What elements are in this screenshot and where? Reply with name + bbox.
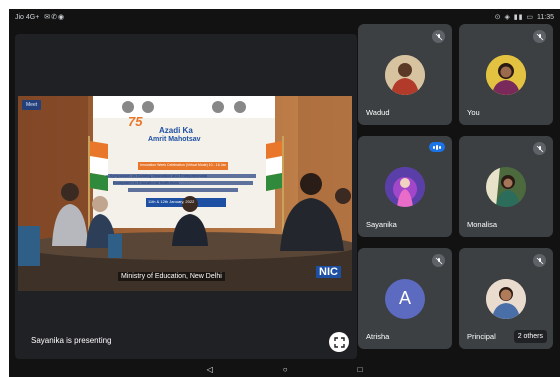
mic-off-icon bbox=[533, 30, 546, 43]
participant-name: Sayanika bbox=[366, 220, 397, 229]
avatar-photo bbox=[486, 278, 526, 319]
avatar: A bbox=[385, 278, 425, 319]
status-right: ⊙ ◈ ▮▮ ▭ 11:35 bbox=[495, 13, 554, 21]
system-nav-bar: ◁ ○ □ bbox=[9, 361, 560, 377]
avatar-photo bbox=[486, 54, 526, 95]
fullscreen-icon bbox=[333, 336, 345, 348]
speaking-indicator-icon bbox=[429, 142, 445, 152]
slide-line-4: 11th & 12th January, 2022 bbox=[148, 199, 195, 204]
participant-tile-principal[interactable]: Principal 2 others bbox=[459, 248, 553, 349]
presentation-tile[interactable]: Meet 75 Azadi Ka Amrit Mahotsav Innovati… bbox=[15, 34, 357, 359]
participant-tile-you[interactable]: You bbox=[459, 24, 553, 125]
fullscreen-button[interactable] bbox=[329, 332, 349, 352]
slide-line-1: Innovation Week Celebration (Virtual Mod… bbox=[140, 163, 226, 167]
participant-name: Monalisa bbox=[467, 220, 498, 229]
avatar bbox=[486, 166, 526, 207]
participant-name: Wadud bbox=[366, 108, 390, 117]
back-button[interactable]: ◁ bbox=[207, 365, 213, 374]
participant-name: Atrisha bbox=[366, 332, 390, 341]
participant-tile-sayanika[interactable]: Sayanika bbox=[358, 136, 452, 237]
meet-badge: Meet bbox=[22, 100, 42, 110]
slide-line-2: e-Symposium on Building Innovation and E… bbox=[106, 173, 208, 178]
signal-battery-icons: ⊙ ◈ ▮▮ ▭ bbox=[494, 14, 537, 21]
avatar bbox=[486, 278, 526, 319]
status-bar: Jio 4G+ ✉✆◉ ⊙ ◈ ▮▮ ▭ 11:35 bbox=[9, 9, 560, 25]
presenter-label: Sayanika is presenting bbox=[31, 336, 112, 345]
phone-screen: Jio 4G+ ✉✆◉ ⊙ ◈ ▮▮ ▭ 11:35 Meet 75 Azadi… bbox=[9, 9, 560, 377]
mic-off-icon bbox=[533, 254, 546, 267]
slide-logo-line1: Azadi Ka bbox=[159, 126, 193, 135]
home-button[interactable]: ○ bbox=[283, 365, 288, 374]
presentation-video: Meet 75 Azadi Ka Amrit Mahotsav Innovati… bbox=[18, 96, 352, 291]
others-count-button[interactable]: 2 others bbox=[513, 330, 547, 343]
participant-tile-monalisa[interactable]: Monalisa bbox=[459, 136, 553, 237]
mic-off-icon bbox=[533, 142, 546, 155]
recents-button[interactable]: □ bbox=[358, 365, 363, 374]
participant-name: Principal bbox=[467, 332, 496, 341]
participant-name: You bbox=[467, 108, 480, 117]
avatar bbox=[385, 54, 425, 95]
slide-logo-line2: Amrit Mahotsav bbox=[148, 136, 201, 143]
participant-tile-atrisha[interactable]: A Atrisha bbox=[358, 248, 452, 349]
avatar-photo bbox=[385, 54, 425, 95]
avatar bbox=[385, 166, 425, 207]
participant-tile-wadud[interactable]: Wadud bbox=[358, 24, 452, 125]
mic-off-icon bbox=[432, 254, 445, 267]
video-caption: Ministry of Education, New Delhi bbox=[118, 272, 225, 281]
avatar-photo bbox=[385, 166, 425, 207]
carrier-label: Jio 4G+ bbox=[15, 14, 40, 21]
nic-logo: NIC bbox=[316, 266, 341, 278]
avatar-photo bbox=[486, 166, 526, 207]
slide-logo-number: 75 bbox=[128, 114, 143, 129]
mic-off-icon bbox=[432, 30, 445, 43]
slide-line-3: Ecosystem in Educational Institutions bbox=[113, 180, 180, 185]
clock-label: 11:35 bbox=[537, 14, 554, 21]
avatar bbox=[486, 54, 526, 95]
status-left: Jio 4G+ ✉✆◉ bbox=[15, 13, 65, 21]
notification-icons: ✉✆◉ bbox=[41, 14, 66, 21]
